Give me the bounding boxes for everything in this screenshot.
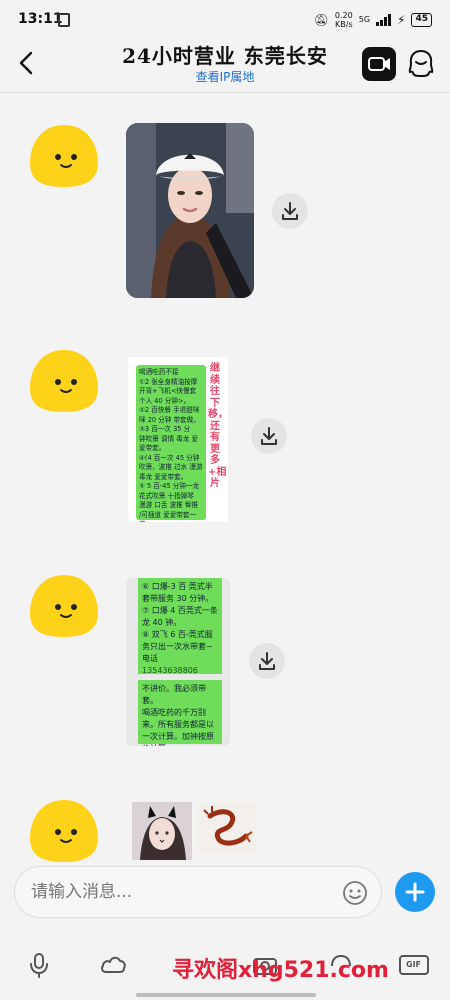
price-list-bubble: 喝酒吃药不接 ①2 张全身精油按摩 开背+飞机<快慢套 个人 40 分钟>。 ②2 百快… [136,365,206,522]
image-thumbnail[interactable] [198,802,256,854]
mute-icon: 🔕︎ [313,13,329,27]
avatar[interactable] [28,798,100,864]
network-speed-unit: KB/s [335,20,353,29]
text-line: 钟吹箫 调情 毒龙 爱 [139,434,199,443]
status-bar: 13:11 🔕︎ 0.20 KB/s 5G ⚡︎ 45 [0,0,450,38]
message-input-bar [14,866,382,918]
text-line: 喝酒吃药不接 [139,368,179,376]
download-icon [261,427,277,445]
gif-button[interactable]: GIF [398,950,430,980]
scroll-hint-text: 继续往下移，还有更多+相片 [208,363,228,489]
site-watermark: 寻欢阁xhg521.com [172,958,389,983]
text-line: ⑦ 口爆 4 百莞式一条 [142,606,218,615]
download-button[interactable] [272,193,308,229]
text-line: 不讲价。我必须带套。 [142,684,206,705]
text-line: ④(4 百一次 45 分钟 [139,453,200,462]
video-call-icon [368,57,390,71]
text-line: ②2 百快餐 手退甜咪 [139,406,200,414]
selfie-photo [126,123,254,298]
download-button[interactable] [249,643,285,679]
network-speed-value: 0.20 [334,11,353,20]
service-list-bubble: ⑥ 口爆-3 百 莞式半 套带服务 30 分钟。 ⑦ 口爆 4 百莞式一条龙 40 … [138,578,222,675]
text-line: 个人 40 分钟>。 [139,396,191,405]
text-line: 花式吹箫 十指弹琴 [139,491,194,500]
text-line: 次。 [139,520,203,522]
text-line: 龙 40 钟。 [142,618,182,627]
header-divider [0,92,450,93]
charging-icon: ⚡︎ [397,13,406,27]
chat-header: 24小时营业 东莞长安 查看IP属地 [0,38,450,90]
text-line: 喝酒吃药的千万别 [142,708,206,717]
text-line: ③3 百一次 35 分 [139,425,191,433]
cloud-icon[interactable] [98,950,128,980]
status-indicators: 🔕︎ 0.20 KB/s 5G ⚡︎ 45 [314,9,432,31]
image-thumbnail[interactable] [132,802,192,860]
home-indicator[interactable] [136,993,316,997]
battery-level: 45 [411,13,432,27]
avatar[interactable] [28,123,100,189]
phone-number: 13543638806 [142,666,198,675]
cat-filter-photo [132,802,192,860]
sim-icon [58,13,70,27]
text-line: 来。所有服务都是以 [142,720,214,729]
text-line: ⑥ 口爆-3 百 莞式半 [142,582,213,591]
smiley-icon[interactable] [341,879,369,907]
text-line: ⑤ 5 百-45 分钟一龙 [139,482,200,490]
text-line: 咪 20 分钟 带套做。 [139,415,200,424]
avatar[interactable] [28,348,100,414]
text-line: 毒龙 爱爱带套。 [139,472,188,481]
photo-message[interactable] [126,123,254,298]
text-line: 电话 [142,654,158,663]
avatar[interactable] [28,573,100,639]
video-call-button[interactable] [362,47,396,81]
screenshot-message[interactable]: 喝酒吃药不接 ①2 张全身精油按摩 开背+飞机<快慢套 个人 40 分钟>。 ②2 百快… [128,357,228,522]
more-actions-button[interactable] [395,872,435,912]
text-line: 一次计算。加钟按原 [142,732,214,741]
text-line: 吹箫，波推 过水 漫游 [139,463,203,471]
status-time: 13:11 [18,11,63,27]
screenshot-message[interactable]: ⑥ 口爆-3 百 莞式半 套带服务 30 分钟。 ⑦ 口爆 4 百莞式一条龙 40 … [126,578,230,746]
dragon-image [198,802,256,854]
download-icon [259,652,275,670]
text-line: ①2 张全身精油按摩 [139,377,198,386]
download-icon [282,202,298,220]
network-type: 5G [358,15,371,24]
text-line: /可插道 爱爱带套一 [139,510,197,519]
gif-label: GIF [406,960,422,969]
text-line: 爱带套。 [139,444,166,452]
microphone-icon[interactable] [24,950,54,980]
text-line: 开背+飞机<快慢套 [139,387,197,395]
plus-icon [405,882,425,902]
message-input[interactable] [31,877,331,907]
ghost-profile-icon[interactable] [406,48,436,80]
signal-icon [376,14,392,26]
network-speed: 0.20 KB/s [335,11,353,29]
text-line: ⑧ 双飞 6 百-莞式服 [142,630,213,639]
download-button[interactable] [251,418,287,454]
text-line: 套带服务 30 分钟。 [142,594,214,603]
terms-bubble: 不讲价。我必须带套。喝酒吃药的千万别来。所有服务都是以一次计算。加钟按原价计算。 [138,680,222,746]
text-line: 价计算。 [142,743,218,746]
text-line: 务只出一次水带套~ [142,642,213,651]
text-line: 漫游 口舌 波推 臀推 [139,501,199,509]
